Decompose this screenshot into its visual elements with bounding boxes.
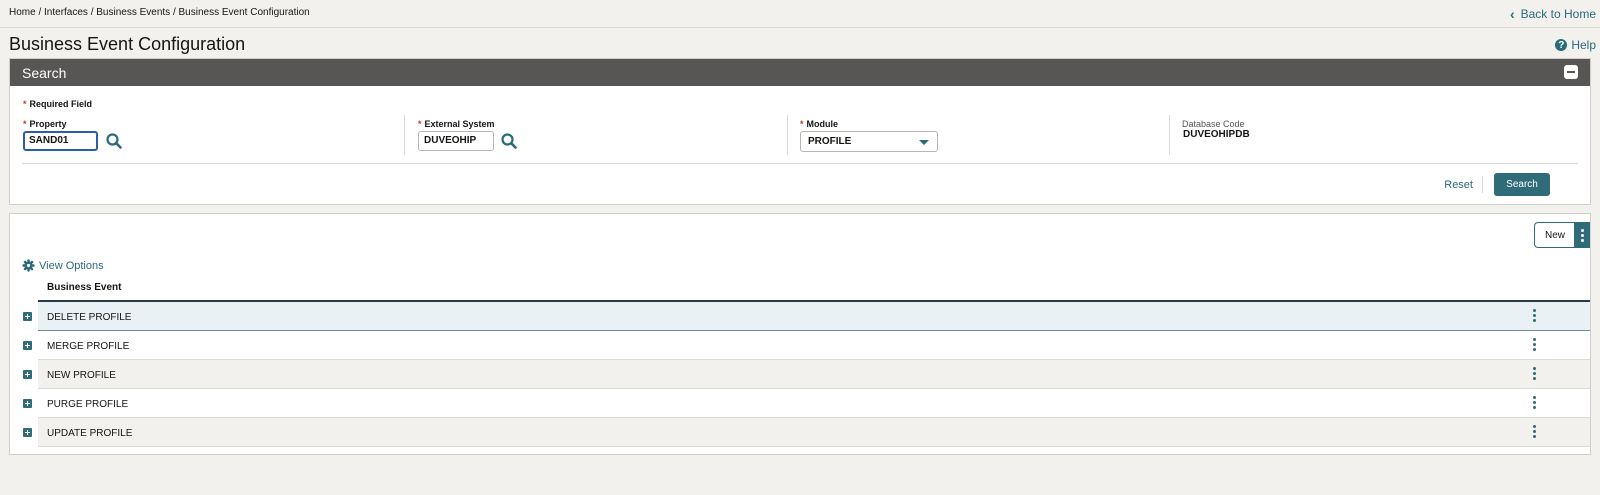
expand-row-icon[interactable]: [23, 428, 32, 437]
top-bar: Home / Interfaces / Business Events / Bu…: [0, 0, 1600, 28]
business-event-cell: NEW PROFILE: [47, 370, 116, 381]
business-event-cell: DELETE PROFILE: [47, 312, 132, 323]
business-event-cell: PURGE PROFILE: [47, 399, 129, 410]
search-panel-title: Search: [22, 65, 67, 81]
back-to-home-label: Back to Home: [1520, 7, 1596, 21]
external-system-search-icon[interactable]: [501, 133, 517, 149]
row-actions-button[interactable]: [1530, 396, 1538, 411]
breadcrumb[interactable]: Home / Interfaces / Business Events / Bu…: [9, 7, 310, 18]
more-vertical-icon: [1532, 309, 1536, 324]
help-link[interactable]: ? Help: [1555, 38, 1596, 52]
expand-row-icon[interactable]: [23, 370, 32, 379]
property-search-icon[interactable]: [106, 133, 122, 149]
database-code-value: DUVEOHIPDB: [1183, 129, 1250, 140]
external-system-label: * External System: [418, 119, 495, 129]
table-row[interactable]: NEW PROFILE: [38, 360, 1590, 389]
column-header-business-event[interactable]: Business Event: [47, 282, 121, 293]
module-label-text: Module: [806, 119, 839, 129]
help-icon: ?: [1555, 39, 1568, 51]
required-star: *: [800, 119, 804, 129]
row-actions-button[interactable]: [1530, 425, 1538, 440]
new-button-group: New: [1534, 222, 1590, 248]
more-vertical-icon: [1580, 228, 1584, 242]
module-label: * Module: [800, 119, 838, 129]
property-label: * Property: [23, 119, 67, 129]
collapse-icon[interactable]: [1564, 65, 1578, 79]
page-title: Business Event Configuration: [9, 34, 246, 54]
search-button[interactable]: Search: [1494, 173, 1550, 196]
database-code-label: Database Code: [1182, 119, 1245, 129]
search-panel: Search * Required Field * Property SAND01 …: [9, 58, 1591, 205]
chevron-left-icon: ‹: [1509, 6, 1515, 22]
row-actions-button[interactable]: [1530, 367, 1538, 382]
view-options-label: View Options: [39, 259, 104, 272]
row-actions-button[interactable]: [1530, 338, 1538, 353]
reset-link[interactable]: Reset: [1444, 179, 1473, 191]
back-to-home-link[interactable]: ‹ Back to Home: [1510, 7, 1596, 21]
chevron-down-icon: [919, 140, 929, 145]
more-vertical-icon: [1532, 367, 1536, 382]
required-field-note: * Required Field: [23, 99, 92, 109]
external-system-input[interactable]: DUVEOHIP: [418, 131, 494, 151]
button-divider: [1482, 176, 1483, 193]
property-input[interactable]: SAND01: [23, 131, 98, 151]
required-star: *: [418, 119, 422, 129]
expand-row-icon[interactable]: [23, 399, 32, 408]
field-divider: [404, 115, 405, 155]
more-vertical-icon: [1532, 396, 1536, 411]
external-system-label-text: External System: [424, 119, 495, 129]
property-label-text: Property: [29, 119, 67, 129]
more-vertical-icon: [1532, 425, 1536, 440]
field-divider: [787, 115, 788, 155]
expand-row-icon[interactable]: [23, 341, 32, 350]
table-row[interactable]: DELETE PROFILE: [38, 302, 1590, 331]
row-actions-button[interactable]: [1530, 309, 1538, 324]
required-star: *: [23, 99, 27, 109]
search-panel-header: Search: [10, 59, 1590, 86]
required-star: *: [23, 119, 27, 129]
help-label: Help: [1571, 38, 1596, 52]
business-event-cell: MERGE PROFILE: [47, 341, 130, 352]
table-row[interactable]: MERGE PROFILE: [38, 331, 1590, 360]
new-more-actions-button[interactable]: [1574, 223, 1590, 247]
results-panel: New View Options Business Event DELETE P…: [9, 213, 1591, 455]
module-select[interactable]: PROFILE: [800, 131, 938, 152]
module-select-value: PROFILE: [808, 136, 852, 147]
expand-row-icon[interactable]: [23, 312, 32, 321]
required-field-label: Required Field: [29, 99, 93, 109]
table-row[interactable]: PURGE PROFILE: [38, 389, 1590, 418]
new-button[interactable]: New: [1535, 223, 1575, 247]
field-divider: [1169, 115, 1170, 155]
view-options-link[interactable]: View Options: [22, 259, 104, 272]
panel-divider: [22, 163, 1578, 164]
gear-icon: [22, 259, 35, 272]
table-row[interactable]: UPDATE PROFILE: [38, 418, 1590, 447]
business-event-cell: UPDATE PROFILE: [47, 428, 133, 439]
more-vertical-icon: [1532, 338, 1536, 353]
